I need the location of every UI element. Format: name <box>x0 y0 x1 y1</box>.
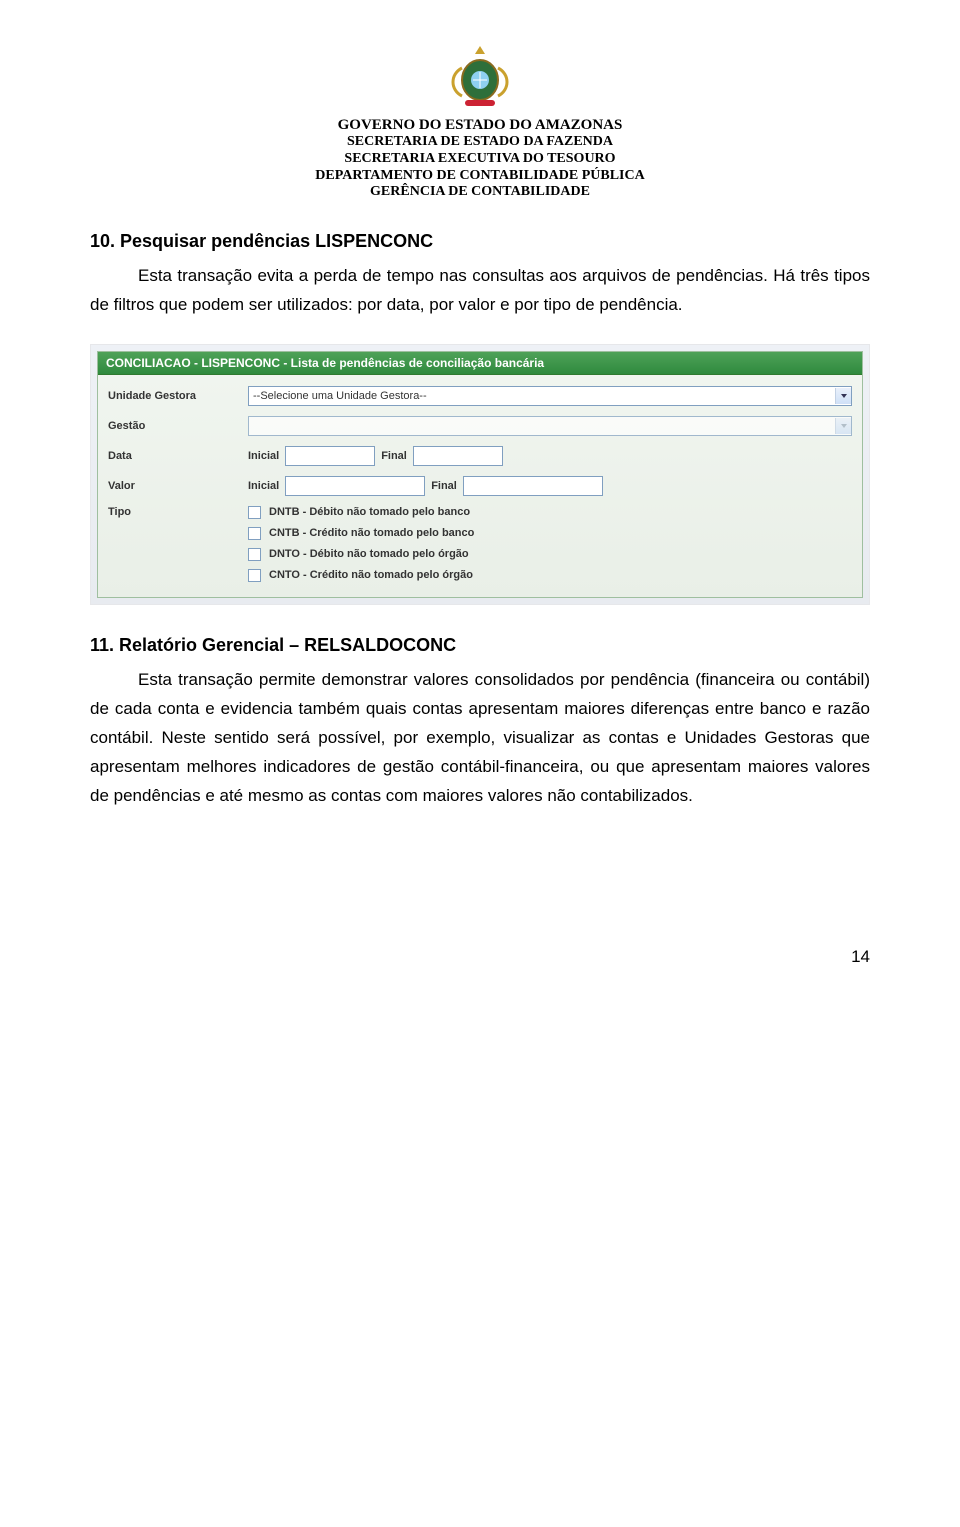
label-gestao: Gestão <box>108 420 248 432</box>
label-valor-final: Final <box>431 480 457 492</box>
form-titlebar: CONCILIACAO - LISPENCONC - Lista de pend… <box>98 352 862 375</box>
lispenconc-form-screenshot: CONCILIACAO - LISPENCONC - Lista de pend… <box>90 344 870 605</box>
tipo-label-dnto: DNTO - Débito não tomado pelo órgão <box>269 548 469 560</box>
label-data-final: Final <box>381 450 407 462</box>
section-11-paragraph: Esta transação permite demonstrar valore… <box>90 666 870 810</box>
data-final-input[interactable] <box>413 446 503 466</box>
header-line-5: GERÊNCIA DE CONTABILIDADE <box>90 184 870 201</box>
header-line-1: GOVERNO DO ESTADO DO AMAZONAS <box>90 116 870 134</box>
tipo-label-cnto: CNTO - Crédito não tomado pelo órgão <box>269 569 473 581</box>
section-10-title: 10. Pesquisar pendências LISPENCONC <box>90 231 870 252</box>
tipo-label-cntb: CNTB - Crédito não tomado pelo banco <box>269 527 474 539</box>
chevron-down-icon <box>835 418 851 434</box>
label-data-inicial: Inicial <box>248 450 279 462</box>
label-tipo: Tipo <box>108 506 248 518</box>
label-data: Data <box>108 450 248 462</box>
document-header: GOVERNO DO ESTADO DO AMAZONAS SECRETARIA… <box>90 116 870 201</box>
unidade-gestora-select[interactable]: --Selecione uma Unidade Gestora-- <box>248 386 852 406</box>
page-number: 14 <box>90 827 870 1007</box>
tipo-checkbox-dnto[interactable]: DNTO - Débito não tomado pelo órgão <box>248 548 474 561</box>
gestao-select[interactable] <box>248 416 852 436</box>
tipo-label-dntb: DNTB - Débito não tomado pelo banco <box>269 506 470 518</box>
checkbox-icon <box>248 527 261 540</box>
label-unidade-gestora: Unidade Gestora <box>108 390 248 402</box>
header-line-3: SECRETARIA EXECUTIVA DO TESOURO <box>90 151 870 168</box>
label-valor-inicial: Inicial <box>248 480 279 492</box>
section-10-paragraph: Esta transação evita a perda de tempo na… <box>90 262 870 320</box>
label-valor: Valor <box>108 480 248 492</box>
chevron-down-icon <box>835 388 851 404</box>
checkbox-icon <box>248 506 261 519</box>
tipo-checkbox-cntb[interactable]: CNTB - Crédito não tomado pelo banco <box>248 527 474 540</box>
tipo-checkbox-dntb[interactable]: DNTB - Débito não tomado pelo banco <box>248 506 474 519</box>
gov-crest-logo <box>90 40 870 110</box>
tipo-checkbox-cnto[interactable]: CNTO - Crédito não tomado pelo órgão <box>248 569 474 582</box>
checkbox-icon <box>248 569 261 582</box>
unidade-gestora-placeholder: --Selecione uma Unidade Gestora-- <box>253 390 427 402</box>
valor-inicial-input[interactable] <box>285 476 425 496</box>
header-line-2: SECRETARIA DE ESTADO DA FAZENDA <box>90 134 870 151</box>
section-11-title: 11. Relatório Gerencial – RELSALDOCONC <box>90 635 870 656</box>
data-inicial-input[interactable] <box>285 446 375 466</box>
checkbox-icon <box>248 548 261 561</box>
valor-final-input[interactable] <box>463 476 603 496</box>
header-line-4: DEPARTAMENTO DE CONTABILIDADE PÚBLICA <box>90 168 870 185</box>
